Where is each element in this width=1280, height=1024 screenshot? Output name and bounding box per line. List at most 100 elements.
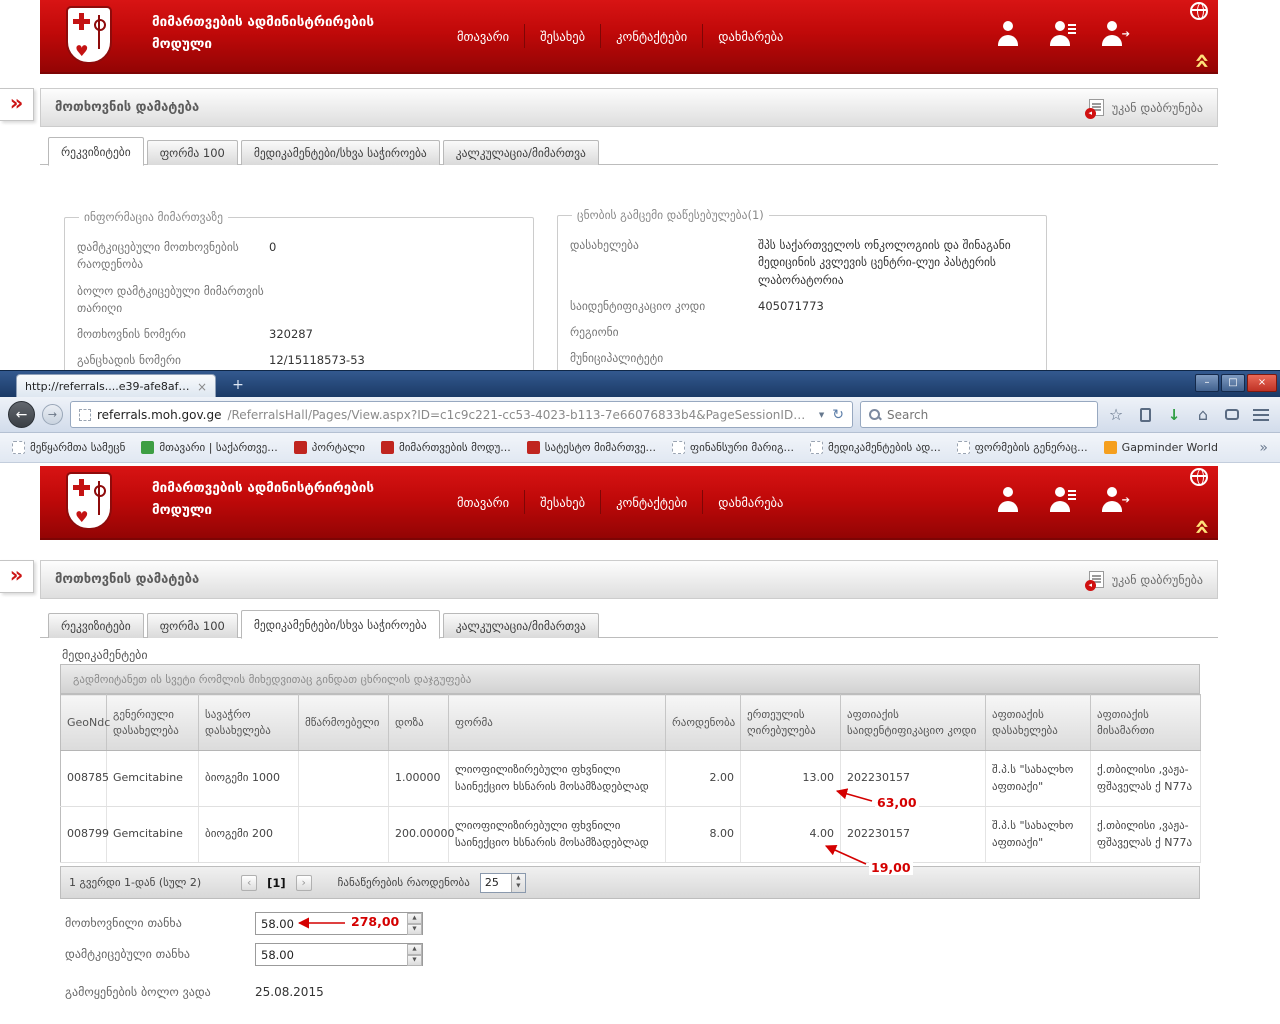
bookmark-item[interactable]: ფორმების გენერაც... — [957, 441, 1088, 454]
col-manufacturer[interactable]: მწარმოებელი — [299, 695, 389, 751]
current-page[interactable]: [1] — [267, 876, 286, 890]
spin-up-icon[interactable]: ▲ — [407, 913, 422, 924]
tab-medications[interactable]: მედიკამენტები/სხვა საჭიროება — [241, 140, 440, 165]
favicon-icon — [527, 441, 540, 454]
pager-info: 1 გვერდი 1-დან (სულ 2) — [69, 876, 201, 889]
search-bar[interactable] — [860, 401, 1098, 428]
sidebar-expand-button[interactable]: » — [0, 88, 34, 121]
back-link[interactable]: ◂ უკან დაბრუნება — [1089, 99, 1203, 116]
col-trade-name[interactable]: სავაჭრო დასახელება — [199, 695, 299, 751]
bookmark-item[interactable]: პორტალი — [294, 441, 365, 454]
col-pharmacy-id[interactable]: აფთიაქის საიდენტიფიკაციო კოდი — [841, 695, 986, 751]
tab-form100[interactable]: ფორმა 100 — [147, 140, 238, 165]
col-pharmacy-address[interactable]: აფთიაქის მისამართი — [1091, 695, 1201, 751]
bookmark-item[interactable]: სატესტო მიმართვე... — [527, 441, 656, 454]
screen: ♥ მიმართვების ადმინისტრირების მოდული მთა… — [0, 0, 1280, 1024]
collapse-header-icon[interactable]: » — [1189, 53, 1215, 70]
approved-amount-input[interactable] — [255, 943, 423, 966]
nav-home[interactable]: მთავარი — [442, 29, 524, 44]
tab-form100[interactable]: ფორმა 100 — [147, 613, 238, 638]
search-input[interactable] — [887, 408, 1077, 422]
col-quantity[interactable]: რაოდენობა — [666, 695, 741, 751]
profile-icon[interactable] — [994, 487, 1022, 512]
spin-down-icon[interactable]: ▼ — [407, 924, 422, 935]
nav-help[interactable]: დახმარება — [703, 29, 798, 44]
tab-calculation[interactable]: კალკულაცია/მიმართვა — [443, 613, 599, 638]
menu-icon[interactable] — [1250, 403, 1272, 427]
bookmark-star-icon[interactable]: ☆ — [1105, 403, 1127, 427]
tab-medications[interactable]: მედიკამენტები/სხვა საჭიროება — [241, 610, 440, 639]
select-arrows-icon: ▲▼ — [511, 874, 525, 892]
col-unit-price[interactable]: ერთეულის ღირებულება — [741, 695, 841, 751]
section-bar: მოთხოვნის დამატება ◂ უკან დაბრუნება — [40, 88, 1218, 127]
window-close-button[interactable]: × — [1247, 374, 1277, 392]
sidebar-expand-button[interactable]: » — [0, 560, 34, 593]
back-link[interactable]: ◂ უკან დაბრუნება — [1089, 571, 1203, 588]
col-geondc[interactable]: GeoNdc — [61, 695, 107, 751]
messages-icon[interactable] — [1221, 403, 1243, 427]
issuer-id-value: 405071773 — [758, 298, 824, 315]
favicon-icon — [141, 441, 154, 454]
reload-icon[interactable]: ↻ — [832, 407, 844, 423]
bookmark-item[interactable]: მთავარი | საქართვე... — [141, 441, 277, 454]
globe-icon[interactable] — [1190, 2, 1208, 20]
bookmarks-bar: მეწყარმთა სამეცნ მთავარი | საქართვე... პ… — [0, 433, 1280, 463]
bookmark-item[interactable]: Gapminder World — [1104, 441, 1218, 454]
col-form[interactable]: ფორმა — [449, 695, 666, 751]
browser-back-button[interactable]: ← — [8, 401, 35, 428]
spin-down-icon[interactable]: ▼ — [407, 955, 422, 966]
table-header-row: GeoNdc გენერიული დასახელება სავაჭრო დასა… — [61, 695, 1201, 751]
globe-icon[interactable] — [1190, 468, 1208, 486]
app-title: მიმართვების ადმინისტრირების მოდული — [152, 478, 374, 521]
nav-help[interactable]: დახმარება — [703, 495, 798, 510]
window-restore-button[interactable]: □ — [1221, 374, 1245, 392]
caduceus-icon — [98, 481, 100, 515]
browser-tab[interactable]: http://referrals....e39-afe8afa2e732 × — [16, 374, 216, 398]
window-minimize-button[interactable]: – — [1195, 374, 1219, 392]
bookmarks-panel-icon[interactable] — [1134, 403, 1156, 427]
col-dose[interactable]: დოზა — [389, 695, 449, 751]
spin-up-icon[interactable]: ▲ — [407, 944, 422, 955]
bookmark-item[interactable]: ფინანსური მარიგ... — [672, 441, 794, 454]
url-bar[interactable]: referrals.moh.gov.ge /ReferralsHall/Page… — [70, 401, 853, 428]
spinner: ▲ ▼ — [407, 944, 422, 965]
bookmark-item[interactable]: მიმართვების მოდუ... — [381, 441, 511, 454]
nav-contacts[interactable]: კონტაქტები — [601, 29, 702, 44]
nav-contacts[interactable]: კონტაქტები — [601, 495, 702, 510]
logout-icon[interactable]: ➔ — [1098, 21, 1126, 46]
tab-calculation[interactable]: კალკულაცია/მიმართვა — [443, 140, 599, 165]
prev-page-button[interactable]: ‹ — [241, 875, 257, 891]
page-size-select[interactable]: 25 ▲▼ — [480, 873, 526, 893]
tab-requisites[interactable]: რეკვიზიტები — [48, 137, 144, 166]
new-tab-button[interactable]: + — [226, 377, 250, 395]
nav-home[interactable]: მთავარი — [442, 495, 524, 510]
heart-icon: ♥ — [75, 510, 88, 525]
tab-requisites[interactable]: რეკვიზიტები — [48, 613, 144, 638]
url-dropdown-icon[interactable]: ▼ — [817, 411, 826, 419]
bookmarks-overflow-icon[interactable]: » — [1259, 440, 1268, 456]
tabs: რეკვიზიტები ფორმა 100 მედიკამენტები/სხვა… — [48, 609, 599, 638]
bookmark-item[interactable]: მედიკამენტების ად... — [810, 441, 941, 454]
next-page-button[interactable]: › — [296, 875, 312, 891]
browser-forward-button[interactable]: → — [42, 404, 63, 425]
home-icon[interactable]: ⌂ — [1192, 403, 1214, 427]
col-pharmacy-name[interactable]: აფთიაქის დასახელება — [986, 695, 1091, 751]
profile-list-icon[interactable] — [1046, 21, 1074, 46]
field-row: რეგიონი — [570, 324, 1034, 341]
table-row[interactable]: 008799 Gemcitabine ბიოგემი 200 200.00000… — [61, 807, 1201, 863]
col-generic-name[interactable]: გენერიული დასახელება — [107, 695, 199, 751]
profile-list-icon[interactable] — [1046, 487, 1074, 512]
profile-icon[interactable] — [994, 21, 1022, 46]
table-row[interactable]: 008785 Gemcitabine ბიოგემი 1000 1.00000 … — [61, 751, 1201, 807]
tab-close-icon[interactable]: × — [197, 380, 207, 394]
bookmark-item[interactable]: მეწყარმთა სამეცნ — [12, 441, 125, 454]
logout-icon[interactable]: ➔ — [1098, 487, 1126, 512]
requested-amount-label: მოთხოვნილი თანხა — [65, 916, 182, 930]
approved-amount-label: დამტკიცებული თანხა — [65, 947, 190, 961]
section-bar: მოთხოვნის დამატება ◂ უკან დაბრუნება — [40, 560, 1218, 599]
collapse-header-icon[interactable]: » — [1189, 519, 1215, 536]
nav-about[interactable]: შესახებ — [525, 495, 600, 510]
downloads-icon[interactable]: ↓ — [1163, 403, 1185, 427]
nav-about[interactable]: შესახებ — [525, 29, 600, 44]
field-row: მოთხოვნის ნომერი 320287 — [77, 326, 521, 343]
